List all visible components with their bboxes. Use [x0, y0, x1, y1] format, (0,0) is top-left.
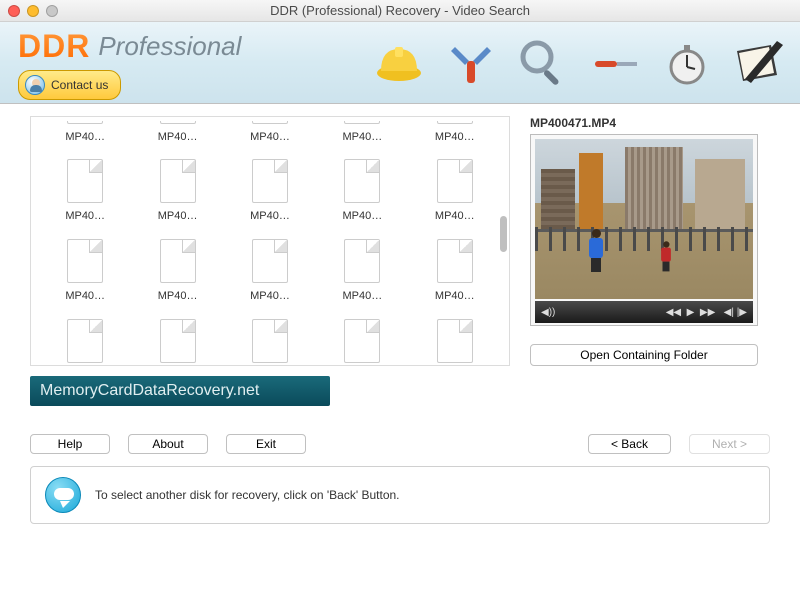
stopwatch-icon — [656, 32, 718, 94]
hint-panel: To select another disk for recovery, cli… — [30, 466, 770, 524]
hardhat-icon — [368, 32, 430, 94]
file-item[interactable]: MP40… — [135, 231, 219, 305]
window-titlebar: DDR (Professional) Recovery - Video Sear… — [0, 0, 800, 22]
file-item[interactable]: MP40… — [413, 121, 497, 145]
next-button: Next > — [689, 434, 770, 454]
volume-icon[interactable]: ◀)) — [541, 307, 555, 318]
file-list-panel[interactable]: MP40…MP40…MP40…MP40…MP40…MP40…MP40…MP40…… — [30, 116, 510, 366]
file-item[interactable]: MP40… — [135, 311, 219, 366]
file-item[interactable]: MP40… — [43, 231, 127, 305]
contact-label: Contact us — [51, 78, 108, 92]
file-item[interactable]: MP40… — [43, 311, 127, 366]
scrollbar-thumb[interactable] — [500, 216, 507, 252]
file-item[interactable]: MP40… — [320, 231, 404, 305]
open-containing-folder-button[interactable]: Open Containing Folder — [530, 344, 758, 366]
app-logo-text: DDR — [18, 28, 90, 65]
file-item[interactable]: MP40… — [228, 151, 312, 225]
screwdriver-icon — [584, 32, 646, 94]
preview-filename: MP400471.MP4 — [530, 116, 770, 130]
playback-controls[interactable]: ◀◀ ▶ ▶▶ ◀| |▶ — [666, 307, 747, 318]
back-button[interactable]: < Back — [588, 434, 671, 454]
file-item[interactable]: MP40… — [43, 151, 127, 225]
video-controls[interactable]: ◀)) ◀◀ ▶ ▶▶ ◀| |▶ — [535, 301, 753, 323]
file-item[interactable]: MP40… — [228, 121, 312, 145]
preview-panel: ◀)) ◀◀ ▶ ▶▶ ◀| |▶ — [530, 134, 758, 326]
hint-text: To select another disk for recovery, cli… — [95, 488, 400, 502]
file-item[interactable]: MP40… — [320, 121, 404, 145]
file-item[interactable]: MP40… — [413, 151, 497, 225]
person-icon — [25, 75, 45, 95]
help-button[interactable]: Help — [30, 434, 110, 454]
file-item[interactable]: MP40… — [135, 151, 219, 225]
file-item[interactable]: MP40… — [320, 311, 404, 366]
file-item[interactable]: MP40… — [320, 151, 404, 225]
file-item[interactable]: MP40… — [228, 231, 312, 305]
file-item[interactable]: MP40… — [413, 231, 497, 305]
contact-us-button[interactable]: Contact us — [18, 70, 121, 100]
file-item[interactable]: MP40… — [43, 121, 127, 145]
header-tool-icons — [368, 22, 790, 104]
book-pen-icon — [728, 32, 790, 94]
exit-button[interactable]: Exit — [226, 434, 306, 454]
chat-bubble-icon — [45, 477, 81, 513]
file-item[interactable]: MP40… — [413, 311, 497, 366]
about-button[interactable]: About — [128, 434, 208, 454]
window-title: DDR (Professional) Recovery - Video Sear… — [0, 3, 800, 18]
app-subtitle: Professional — [98, 31, 241, 62]
video-preview-frame[interactable] — [535, 139, 753, 299]
file-item[interactable]: MP40… — [135, 121, 219, 145]
file-item[interactable]: AVI00… — [228, 311, 312, 366]
app-header: DDR Professional Contact us — [0, 22, 800, 104]
watermark-banner: MemoryCardDataRecovery.net — [30, 376, 330, 406]
pliers-icon — [440, 32, 502, 94]
magnifier-icon — [512, 32, 574, 94]
